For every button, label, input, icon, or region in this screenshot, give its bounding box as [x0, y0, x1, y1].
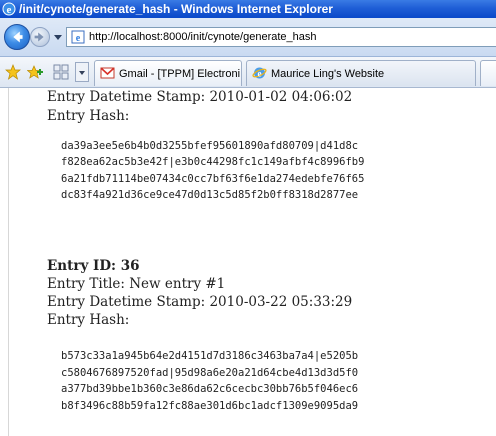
- hash-line: b573c33a1a945b64e2d4151d7d3186c3463ba7a4…: [61, 350, 359, 362]
- hash-line: da39a3ee5e6b4b0d3255bfef95601890afd80709…: [61, 140, 359, 152]
- quick-tabs-icon[interactable]: [53, 64, 69, 80]
- entry-hash-label: Entry Hash:: [47, 312, 130, 328]
- address-bar[interactable]: e http://localhost:8000/init/cynote/gene…: [66, 27, 496, 47]
- tab-current[interactable]: [480, 60, 496, 86]
- history-dropdown[interactable]: [54, 35, 62, 40]
- hash-line: b8f3496c88b59fa12fc88ae301d6bc1adcf1309e…: [61, 400, 359, 412]
- window-title-bar: e /init/cynote/generate_hash - Windows I…: [0, 0, 496, 18]
- entry-datetime: Entry Datetime Stamp: 2010-01-02 04:06:0…: [47, 89, 353, 105]
- svg-text:e: e: [258, 69, 262, 79]
- entry-datetime: Entry Datetime Stamp: 2010-03-22 05:33:2…: [47, 294, 353, 310]
- gmail-icon: [100, 67, 115, 79]
- hash-line: 6a21fdb71114be07434c0cc7bf63f6e1da274ede…: [61, 173, 365, 185]
- hash-line: dc83f4a921d36ce9ce47d0d13c5d85f2b0ff8318…: [61, 189, 359, 201]
- tab-label: Maurice Ling's Website: [271, 68, 385, 80]
- entry-hash-label: Entry Hash:: [47, 108, 130, 124]
- svg-text:e: e: [76, 33, 81, 44]
- tab-bar: Gmail - [TPPM] Electroni... e Maurice Li…: [0, 57, 496, 88]
- ie-icon: e: [2, 2, 16, 16]
- hash-line: a377bd39bbe1b360c3e86da62c6cecbc30bb76b5…: [61, 383, 359, 395]
- svg-text:e: e: [7, 4, 12, 16]
- tab-label: Gmail - [TPPM] Electroni...: [119, 68, 242, 80]
- content-border: [8, 88, 9, 436]
- back-icon: [13, 31, 23, 43]
- ie-tab-icon: e: [252, 67, 267, 79]
- tab-maurice-ling[interactable]: e Maurice Ling's Website: [246, 60, 476, 86]
- address-toolbar: e http://localhost:8000/init/cynote/gene…: [0, 18, 496, 57]
- hash-line: c5804676897520fad|95d98a6e20a21d64cbe4d1…: [61, 367, 359, 379]
- window-title: /init/cynote/generate_hash - Windows Int…: [19, 2, 333, 16]
- forward-icon: [34, 32, 44, 42]
- favorites-star-icon[interactable]: [5, 64, 21, 80]
- url-text[interactable]: http://localhost:8000/init/cynote/genera…: [89, 31, 317, 43]
- page-icon: e: [71, 30, 85, 44]
- tab-gmail[interactable]: Gmail - [TPPM] Electroni...: [94, 60, 242, 86]
- add-favorite-icon[interactable]: [27, 64, 43, 80]
- tab-list-dropdown[interactable]: [75, 62, 89, 82]
- back-button[interactable]: [4, 24, 30, 50]
- hash-line: f828ea62ac5b3e42f|e3b0c44298fc1c149afbf4…: [61, 156, 365, 168]
- entry-title: Entry Title: New entry #1: [47, 276, 226, 292]
- page-content: Entry Datetime Stamp: 2010-01-02 04:06:0…: [0, 88, 496, 436]
- entry-id: Entry ID: 36: [47, 258, 140, 274]
- forward-button[interactable]: [30, 27, 50, 47]
